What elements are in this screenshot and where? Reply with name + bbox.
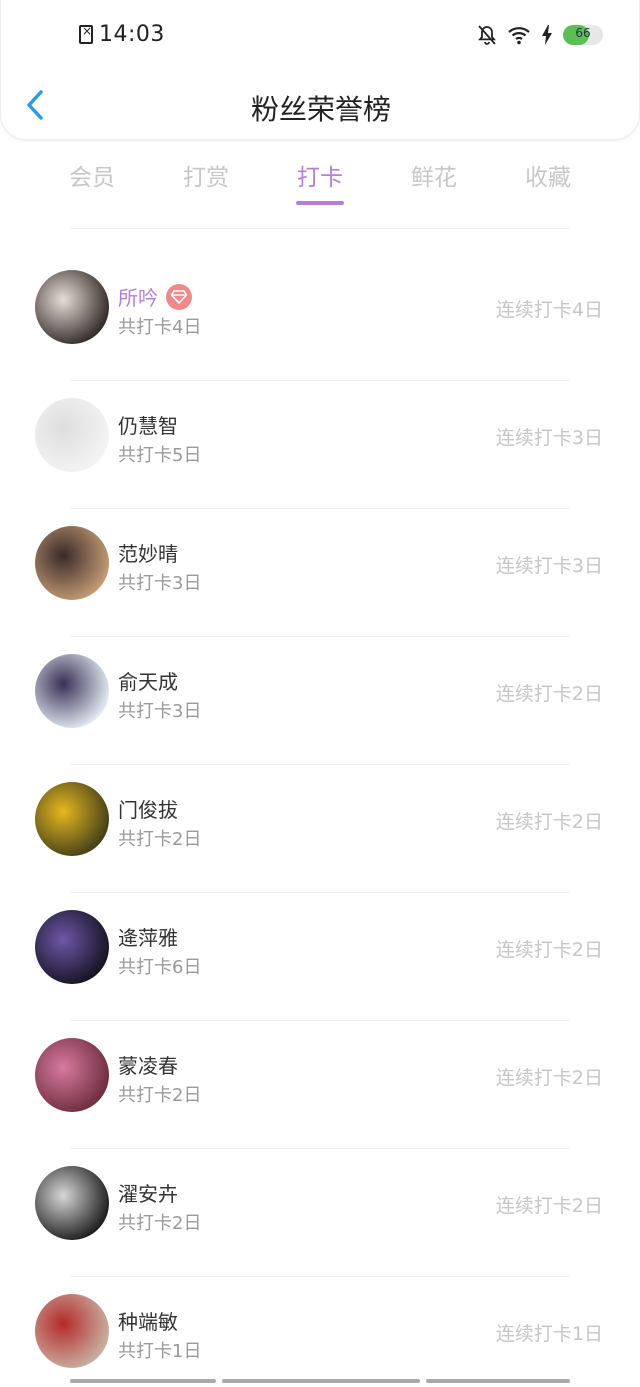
vip-diamond-icon xyxy=(166,283,192,310)
tab-label: 打赏 xyxy=(183,165,229,191)
user-name: 种端敏 xyxy=(118,1310,178,1334)
total-checkin: 共打卡6日 xyxy=(118,957,202,978)
avatar[interactable] xyxy=(35,782,109,856)
tab-label: 鲜花 xyxy=(411,165,457,191)
list-item[interactable]: 范妙晴共打卡3日 连续打卡3日 xyxy=(0,508,640,636)
user-name: 所吟 xyxy=(118,286,158,310)
tab-1[interactable]: 打赏 xyxy=(149,158,263,208)
name-row: 仍慧智 xyxy=(118,410,178,439)
avatar[interactable] xyxy=(35,1294,109,1368)
divider xyxy=(70,764,570,765)
tab-3[interactable]: 鲜花 xyxy=(377,158,491,208)
name-row: 濯安卉 xyxy=(118,1178,178,1207)
tab-0[interactable]: 会员 xyxy=(35,158,149,208)
total-checkin: 共打卡3日 xyxy=(118,573,202,594)
status-right: 66 xyxy=(477,24,603,46)
mute-bell-icon xyxy=(478,25,496,45)
tab-bar: 会员 打赏 打卡 鲜花 收藏 xyxy=(35,158,605,208)
tab-2[interactable]: 打卡 xyxy=(263,158,377,208)
streak-checkin: 连续打卡2日 xyxy=(495,1067,603,1089)
divider xyxy=(70,1276,570,1277)
name-row: 逄萍雅 xyxy=(118,922,178,951)
streak-checkin: 连续打卡1日 xyxy=(495,1323,603,1345)
battery-indicator: 66 xyxy=(563,25,603,45)
list-item[interactable]: 俞天成共打卡3日 连续打卡2日 xyxy=(0,636,640,764)
list-item[interactable]: 蒙凌春共打卡2日 连续打卡2日 xyxy=(0,1020,640,1148)
total-checkin: 共打卡3日 xyxy=(118,701,202,722)
streak-checkin: 连续打卡4日 xyxy=(495,299,603,321)
battery-level: 66 xyxy=(575,26,591,40)
status-left: 14:03 xyxy=(79,22,165,47)
divider xyxy=(70,1020,570,1021)
status-bar: 14:03 66 xyxy=(1,0,640,72)
name-row: 蒙凌春 xyxy=(118,1050,178,1079)
streak-checkin: 连续打卡2日 xyxy=(495,1195,603,1217)
list-item[interactable]: 仍慧智共打卡5日 连续打卡3日 xyxy=(0,380,640,508)
avatar[interactable] xyxy=(35,270,109,344)
avatar[interactable] xyxy=(35,526,109,600)
tab-label: 收藏 xyxy=(525,165,571,191)
user-name: 俞天成 xyxy=(118,670,178,694)
charging-icon xyxy=(542,25,552,45)
list-item[interactable]: 门俊拔共打卡2日 连续打卡2日 xyxy=(0,764,640,892)
streak-checkin: 连续打卡3日 xyxy=(495,427,603,449)
streak-checkin: 连续打卡2日 xyxy=(495,683,603,705)
list-item[interactable]: 种端敏共打卡1日 连续打卡1日 xyxy=(0,1276,640,1387)
name-row: 种端敏 xyxy=(118,1306,178,1335)
avatar[interactable] xyxy=(35,910,109,984)
indicator-segment xyxy=(222,1379,420,1383)
tab-label: 会员 xyxy=(69,165,115,191)
divider xyxy=(70,380,570,381)
divider xyxy=(70,636,570,637)
list-item[interactable]: 濯安卉共打卡2日 连续打卡2日 xyxy=(0,1148,640,1276)
total-checkin: 共打卡4日 xyxy=(118,317,202,338)
avatar[interactable] xyxy=(35,398,109,472)
fan-list: 所吟 共打卡4日 连续打卡4日 仍慧智 共打卡5日 连续打卡3日 范妙晴 共打卡3日 连续打卡3… xyxy=(0,252,640,1387)
streak-checkin: 连续打卡2日 xyxy=(495,811,603,833)
top-bar: 14:03 66 粉丝荣誉榜 xyxy=(0,0,640,140)
total-checkin: 共打卡2日 xyxy=(118,1085,202,1106)
list-item[interactable]: 逄萍雅共打卡6日 连续打卡2日 xyxy=(0,892,640,1020)
tab-4[interactable]: 收藏 xyxy=(491,158,605,208)
avatar[interactable] xyxy=(35,1038,109,1112)
name-row: 门俊拔 xyxy=(118,794,178,823)
user-name: 濯安卉 xyxy=(118,1182,178,1206)
indicator-segment xyxy=(426,1379,570,1383)
divider xyxy=(70,228,570,229)
page-title: 粉丝荣誉榜 xyxy=(250,93,391,126)
divider xyxy=(70,1148,570,1149)
total-checkin: 共打卡5日 xyxy=(118,445,202,466)
list-item[interactable]: 所吟共打卡4日 连续打卡4日 xyxy=(0,252,640,380)
user-name: 范妙晴 xyxy=(118,542,178,566)
total-checkin: 共打卡1日 xyxy=(118,1341,202,1362)
name-row: 所吟 xyxy=(118,282,192,311)
tab-label: 打卡 xyxy=(297,165,343,191)
name-row: 范妙晴 xyxy=(118,538,178,567)
streak-checkin: 连续打卡2日 xyxy=(495,939,603,961)
page-indicator xyxy=(70,1379,570,1383)
user-name: 蒙凌春 xyxy=(118,1054,178,1078)
divider xyxy=(70,508,570,509)
user-name: 逄萍雅 xyxy=(118,926,178,950)
user-name: 门俊拔 xyxy=(118,798,178,822)
active-tab-underline xyxy=(296,201,344,205)
no-sim-icon xyxy=(79,24,93,44)
wifi-icon xyxy=(508,27,530,45)
user-name: 仍慧智 xyxy=(118,414,178,438)
total-checkin: 共打卡2日 xyxy=(118,829,202,850)
status-time: 14:03 xyxy=(99,22,165,47)
streak-checkin: 连续打卡3日 xyxy=(495,555,603,577)
avatar[interactable] xyxy=(35,1166,109,1240)
divider xyxy=(70,892,570,893)
total-checkin: 共打卡2日 xyxy=(118,1213,202,1234)
name-row: 俞天成 xyxy=(118,666,178,695)
indicator-segment xyxy=(70,1379,216,1383)
avatar[interactable] xyxy=(35,654,109,728)
